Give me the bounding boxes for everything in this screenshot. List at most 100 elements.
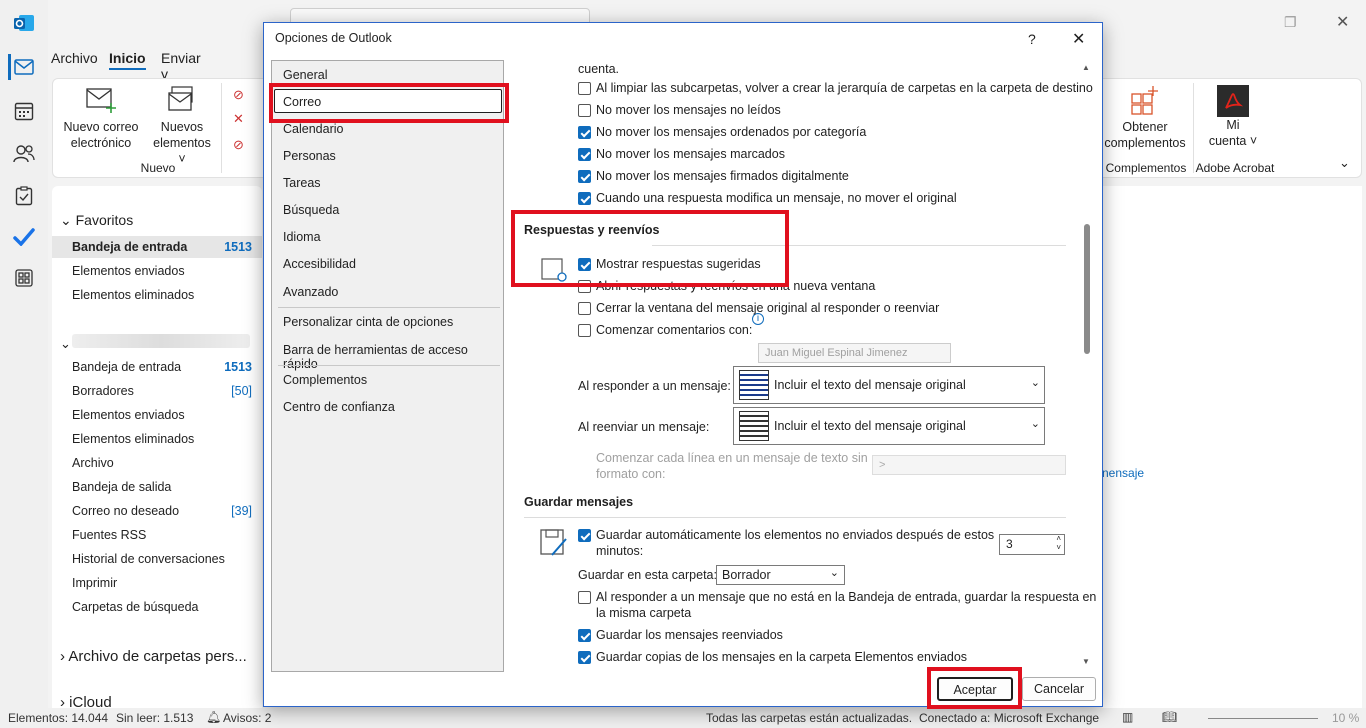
apps-icon[interactable] [11, 265, 37, 291]
new-mail-button[interactable]: Nuevo correo electrónico [63, 85, 139, 151]
delete-icon[interactable]: ✕ [233, 111, 244, 127]
checks_top-checkbox-4[interactable] [578, 170, 591, 183]
folder-item[interactable]: Fuentes RSS [72, 528, 146, 542]
nav-item-búsqueda[interactable]: Búsqueda [283, 203, 339, 217]
nav-item-extra-0[interactable]: Complementos [283, 373, 367, 387]
mail-icon[interactable] [8, 54, 37, 80]
unread-count: [39] [231, 504, 252, 518]
checks_top-checkbox-2[interactable] [578, 126, 591, 139]
archive-folder-label: Archivo de carpetas pers... [68, 648, 247, 665]
new-items-icon [168, 86, 193, 111]
zoom-slider[interactable] [1208, 718, 1318, 719]
autosave-minutes-spinner[interactable]: 3 ˄ ˅ [999, 534, 1065, 555]
checks_top-checkbox-3[interactable] [578, 148, 591, 161]
nav-item-ribbon-0[interactable]: Personalizar cinta de opciones [283, 315, 453, 329]
get-addins-button[interactable]: Obtener complementos [1101, 85, 1189, 151]
help-button[interactable]: ? [1028, 31, 1036, 47]
autosave-checkbox[interactable] [578, 529, 591, 542]
nav-item-avanzado[interactable]: Avanzado [283, 285, 338, 299]
status-unread: Sin leer: 1.513 [116, 711, 194, 725]
folder-item[interactable]: Bandeja de entrada [72, 240, 187, 254]
checks_save-label-2: Guardar copias de los mensajes en la car… [596, 650, 968, 664]
ribbon-collapse-icon[interactable]: ⌄ [1339, 155, 1350, 171]
folder-item[interactable]: Elementos eliminados [72, 288, 194, 302]
nav-item-idioma[interactable]: Idioma [283, 230, 321, 244]
checks_top-checkbox-5[interactable] [578, 192, 591, 205]
nav-item-tareas[interactable]: Tareas [283, 176, 321, 190]
new-mail-icon [86, 88, 116, 113]
nav-item-personas[interactable]: Personas [283, 149, 336, 163]
checks_save-checkbox-2[interactable] [578, 651, 591, 664]
cancel-button[interactable]: Cancelar [1022, 677, 1096, 701]
junk-icon[interactable]: ⊘ [233, 137, 244, 153]
my-account-button[interactable]: Mi cuenta ˅ [1203, 85, 1263, 149]
folder-item[interactable]: Elementos eliminados [72, 432, 194, 446]
calendar-icon[interactable] [11, 98, 37, 124]
checks_save-checkbox-0[interactable] [578, 591, 591, 604]
folder-item[interactable]: Elementos enviados [72, 408, 185, 422]
restore-icon[interactable]: ❐ [1284, 14, 1297, 31]
folder-item[interactable]: Bandeja de entrada [72, 360, 181, 374]
checks_top-checkbox-0[interactable] [578, 82, 591, 95]
spin-up-icon[interactable]: ˄ [1056, 534, 1061, 543]
normal-view-icon[interactable]: ▥ [1122, 710, 1133, 724]
people-icon[interactable] [11, 141, 37, 167]
checks_replies-checkbox-2[interactable] [578, 302, 591, 315]
nav-item-ribbon-1[interactable]: Barra de herramientas de acceso rápido [283, 343, 503, 371]
checks_top-checkbox-1[interactable] [578, 104, 591, 117]
scroll-thumb[interactable] [1084, 224, 1090, 354]
new-items-button[interactable]: Nuevos elementos ˅ [149, 85, 215, 167]
folder-item[interactable]: Historial de conversaciones [72, 552, 225, 566]
reading-view-icon[interactable]: 📖︎ [1162, 710, 1177, 724]
nav-item-accesibilidad[interactable]: Accesibilidad [283, 257, 356, 271]
status-alerts[interactable]: Avisos: 2 [223, 711, 271, 725]
scroll-down-icon[interactable]: ▼ [1082, 657, 1090, 666]
status-updated: Todas las carpetas están actualizadas. [706, 711, 913, 725]
get-addins-label-1: Obtener [1122, 120, 1168, 134]
save-folder-select[interactable]: Borrador ⌄ [716, 565, 845, 585]
autosave-label-2: minutos: [596, 544, 644, 558]
bell-icon[interactable]: 🔔︎ [206, 710, 221, 724]
comment-prefix-input[interactable]: Juan Miguel Espinal Jimenez [758, 343, 951, 363]
favorites-header[interactable]: ⌄ Favoritos [60, 212, 133, 229]
dialog-close-button[interactable]: ✕ [1072, 29, 1085, 49]
folder-item[interactable]: Correo no deseado [72, 504, 179, 518]
app-close-icon[interactable]: ✕ [1336, 12, 1349, 32]
folder-item[interactable]: Archivo [72, 456, 114, 470]
nav-item-extra-1[interactable]: Centro de confianza [283, 400, 395, 414]
checks_replies-checkbox-1[interactable] [578, 280, 591, 293]
todo-icon[interactable] [11, 224, 37, 250]
prefix-input[interactable]: > [872, 455, 1066, 475]
favorites-label: Favoritos [75, 212, 134, 228]
checks_replies-checkbox-0[interactable] [578, 258, 591, 271]
forward-select[interactable]: Incluir el texto del mensaje original ⌄ [733, 407, 1045, 445]
folder-item[interactable]: Elementos enviados [72, 264, 185, 278]
checks_top-label-2: No mover los mensajes ordenados por cate… [596, 125, 867, 139]
group-label-acrobat: Adobe Acrobat [1195, 161, 1275, 175]
content-scrollbar[interactable]: ▲ ▼ [1080, 61, 1094, 673]
folder-item[interactable]: Carpetas de búsqueda [72, 600, 198, 614]
archive-folder-header[interactable]: › Archivo de carpetas pers... [60, 648, 247, 665]
acrobat-icon [1217, 85, 1249, 117]
zoom-level[interactable]: 10 % [1332, 711, 1359, 725]
nav-item-correo[interactable]: Correo [283, 95, 321, 109]
ignore-icon[interactable]: ⊘ [233, 87, 244, 103]
nav-item-calendario[interactable]: Calendario [283, 122, 343, 136]
ok-button[interactable]: Aceptar [937, 677, 1013, 701]
checks_replies-checkbox-3[interactable] [578, 324, 591, 337]
nav-item-general[interactable]: General [283, 68, 327, 82]
scroll-up-icon[interactable]: ▲ [1082, 63, 1090, 72]
folder-item[interactable]: Borradores [72, 384, 134, 398]
folder-item[interactable]: Bandeja de salida [72, 480, 171, 494]
outlook-options-dialog: Opciones de Outlook ? ✕ General Correo Cal… [263, 22, 1103, 709]
checks_save-checkbox-1[interactable] [578, 629, 591, 642]
folder-item[interactable]: Imprimir [72, 576, 117, 590]
tab-inicio[interactable]: Inicio [109, 50, 146, 70]
chevron-down-icon[interactable]: ⌄ [60, 336, 71, 352]
reading-link[interactable]: nensaje [1102, 466, 1144, 480]
group-label-addins: Complementos [1105, 161, 1187, 175]
tab-archivo[interactable]: Archivo [51, 50, 98, 66]
reply-select[interactable]: Incluir el texto del mensaje original ⌄ [733, 366, 1045, 404]
spin-down-icon[interactable]: ˅ [1056, 543, 1061, 552]
tasks-icon[interactable] [11, 183, 37, 209]
